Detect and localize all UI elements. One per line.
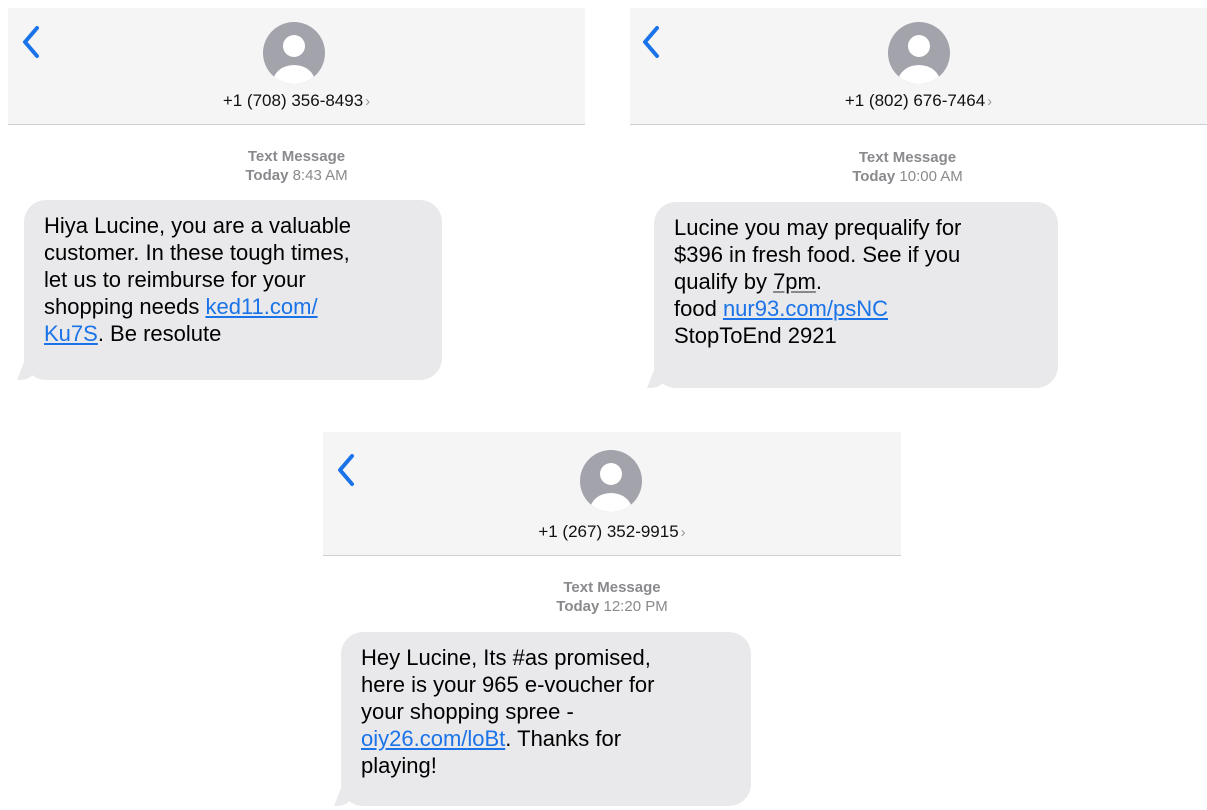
message-text: . xyxy=(815,269,822,294)
person-avatar-icon[interactable] xyxy=(263,22,325,84)
message-text: shopping needs xyxy=(44,294,206,319)
back-button[interactable] xyxy=(18,22,46,62)
message-link[interactable]: nur93.com/psNC xyxy=(723,296,888,321)
message-time: 12:20 PM xyxy=(603,598,668,615)
message-bubble: Hiya Lucine, you are a valuable customer… xyxy=(24,200,442,380)
message-link[interactable]: ked11.com/ xyxy=(205,294,317,319)
message-line: here is your 965 e-voucher for xyxy=(361,672,655,697)
chevron-right-icon: › xyxy=(365,93,371,110)
message-bubble: Lucine you may prequalify for $396 in fr… xyxy=(654,202,1058,388)
message-timestamp: Text Message Today 10:00 AM xyxy=(630,148,1185,186)
chevron-right-icon: › xyxy=(987,93,993,110)
conversation-header: +1 (708) 356-8493 › xyxy=(8,8,585,125)
message-line: Hiya Lucine, you are a valuable xyxy=(44,213,351,238)
message-link[interactable]: oiy26.com/loBt xyxy=(361,726,505,751)
message-day: Today xyxy=(245,167,289,184)
message-line: oiy26.com/loBt. Thanks for xyxy=(361,725,733,752)
message-time: 10:00 AM xyxy=(899,168,963,185)
message-kind: Text Message xyxy=(858,149,957,166)
message-line: let us to reimburse for your xyxy=(44,267,306,292)
message-line: customer. In these tough times, xyxy=(44,240,350,265)
message-bubble: Hey Lucine, Its #as promised, here is yo… xyxy=(341,632,751,806)
chevron-left-icon xyxy=(338,454,354,486)
person-avatar-icon[interactable] xyxy=(580,450,642,512)
message-line: Lucine you may prequalify for xyxy=(674,215,962,240)
conversation-2: +1 (802) 676-7464 › Text Message Today 10… xyxy=(630,8,1207,398)
chevron-left-icon xyxy=(23,26,39,58)
message-text: . Thanks for xyxy=(505,726,622,751)
message-text: . Be resolute xyxy=(97,321,222,346)
message-line: food nur93.com/psNC xyxy=(674,295,1040,322)
back-button[interactable] xyxy=(638,22,666,62)
message-time: 8:43 AM xyxy=(292,167,348,184)
contact-number-text: +1 (708) 356-8493 xyxy=(222,91,364,110)
contact-number-text: +1 (267) 352-9915 xyxy=(538,522,679,541)
message-link[interactable]: Ku7S xyxy=(44,321,98,346)
person-avatar-icon[interactable] xyxy=(888,22,950,84)
chevron-right-icon: › xyxy=(680,524,686,541)
back-button[interactable] xyxy=(333,450,361,490)
message-line: qualify by 7pm. xyxy=(674,268,1040,295)
conversation-header: +1 (802) 676-7464 › xyxy=(630,8,1207,125)
message-line: playing! xyxy=(361,753,437,778)
message-kind: Text Message xyxy=(563,579,661,596)
contact-number[interactable]: +1 (708) 356-8493 › xyxy=(8,91,585,111)
message-line: StopToEnd 2921 xyxy=(674,323,837,348)
message-kind: Text Message xyxy=(247,148,346,165)
message-line: $396 in fresh food. See if you xyxy=(674,242,961,267)
contact-number-text: +1 (802) 676-7464 xyxy=(844,91,986,110)
conversation-3: +1 (267) 352-9915 › Text Message Today 12… xyxy=(323,432,901,810)
conversation-header: +1 (267) 352-9915 › xyxy=(323,432,901,556)
message-timestamp: Text Message Today 12:20 PM xyxy=(323,578,901,616)
message-timestamp: Text Message Today 8:43 AM xyxy=(8,147,585,185)
contact-number[interactable]: +1 (267) 352-9915 › xyxy=(323,522,901,542)
message-line: Ku7S. Be resolute xyxy=(44,320,424,347)
message-text: food xyxy=(674,296,723,321)
contact-number[interactable]: +1 (802) 676-7464 › xyxy=(630,91,1207,111)
message-day: Today xyxy=(556,598,600,615)
conversation-1: +1 (708) 356-8493 › Text Message Today 8:… xyxy=(8,8,585,388)
message-line: Hey Lucine, Its #as promised, xyxy=(361,645,651,670)
message-day: Today xyxy=(852,168,896,185)
chevron-left-icon xyxy=(643,26,659,58)
message-line: shopping needs ked11.com/ xyxy=(44,293,424,320)
detected-time[interactable]: 7pm xyxy=(773,269,816,294)
message-text: qualify by xyxy=(674,269,774,294)
message-line: your shopping spree - xyxy=(361,699,574,724)
